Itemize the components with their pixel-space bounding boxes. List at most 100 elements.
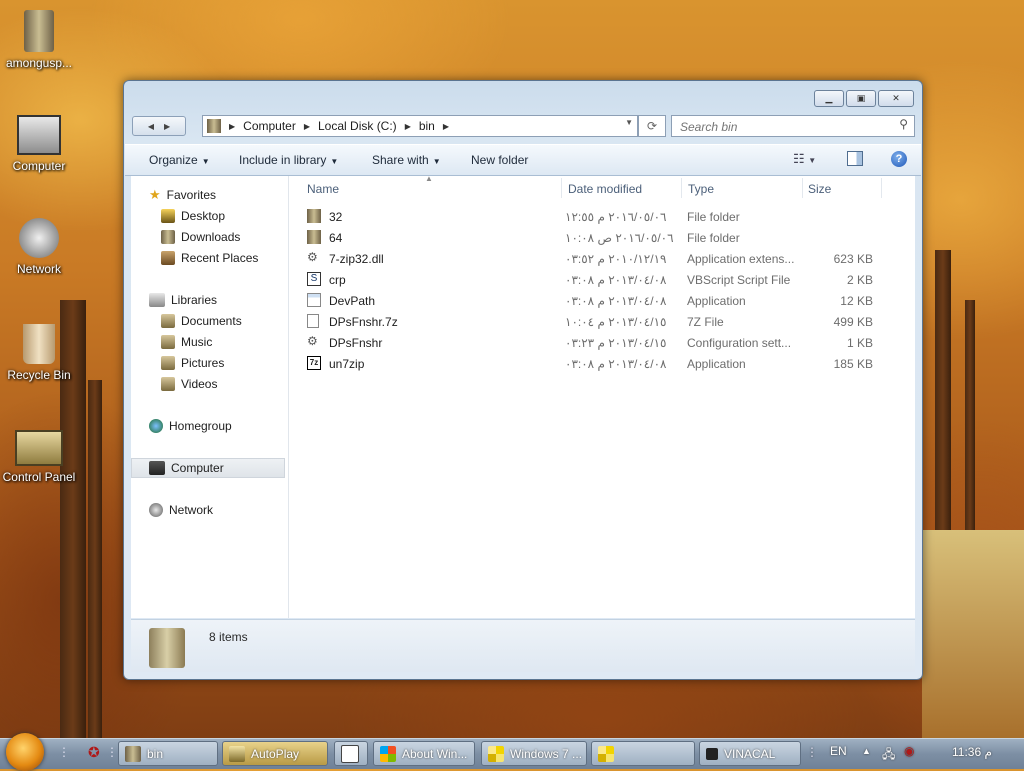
recent-places-icon	[161, 251, 175, 265]
tree-trunk	[935, 250, 951, 550]
back-forward-buttons[interactable]: ◀ ▶	[132, 116, 186, 136]
breadcrumb-local-disk[interactable]: Local Disk (C:)	[318, 119, 397, 133]
nav-desktop[interactable]: Desktop	[161, 206, 225, 226]
refresh-button[interactable]: ⟳	[638, 115, 666, 137]
archive-icon	[24, 10, 54, 52]
file-date: ٢٠١٣/٠٤/١٥ م ٠٣:٢٣	[565, 336, 667, 350]
folder-icon	[125, 745, 141, 762]
file-row[interactable]: 7z un7zip ٢٠١٣/٠٤/٠٨ م ٠٣:٠٨ Application…	[289, 353, 889, 374]
nav-network[interactable]: Network	[149, 500, 213, 520]
homegroup-icon	[149, 419, 163, 433]
column-header-type[interactable]: Type	[688, 182, 714, 196]
desktop-icon-archive[interactable]: amongusp...	[0, 10, 78, 70]
nav-computer[interactable]: Computer	[131, 458, 285, 478]
help-icon[interactable]: ?	[891, 151, 907, 167]
preview-pane-icon[interactable]	[847, 151, 863, 166]
column-divider[interactable]	[881, 178, 882, 198]
windows-logo-icon	[598, 745, 614, 762]
breadcrumb-arrow-icon[interactable]: ▶	[405, 122, 411, 131]
nav-documents[interactable]: Documents	[161, 311, 242, 331]
address-dropdown-icon[interactable]: ▼	[625, 118, 633, 127]
file-row[interactable]: ⚙ DPsFnshr ٢٠١٣/٠٤/١٥ م ٠٣:٢٣ Configurat…	[289, 332, 889, 353]
file-row[interactable]: ⚙ 7-zip32.dll ٢٠١٠/١٢/١٩ م ٠٣:٥٢ Applica…	[289, 248, 889, 269]
taskbar-button-vinacal[interactable]: VINACAL	[699, 741, 801, 766]
column-divider[interactable]	[681, 178, 682, 198]
file-row[interactable]: 64 ٢٠١٦/٠٥/٠٦ ص ١٠:٠٨ File folder	[289, 227, 889, 248]
nav-label: Downloads	[181, 230, 241, 244]
taskbar-button-about-windows[interactable]: About Win...	[373, 741, 475, 766]
windows-logo-icon	[380, 745, 396, 762]
desktop-icon-network[interactable]: Network	[0, 218, 78, 276]
column-divider[interactable]	[802, 178, 803, 198]
file-row[interactable]: S crp ٢٠١٣/٠٤/٠٨ م ٠٣:٠٨ VBScript Script…	[289, 269, 889, 290]
minimize-button[interactable]: ▁	[814, 90, 844, 107]
start-button[interactable]	[6, 733, 44, 771]
nav-homegroup[interactable]: Homegroup	[149, 416, 232, 436]
nav-label: Computer	[171, 461, 224, 475]
file-size: 12 KB	[840, 294, 873, 308]
column-header-size[interactable]: Size	[808, 182, 831, 196]
tree-trunk	[88, 380, 102, 738]
taskbar-grip[interactable]: ⋮	[806, 745, 818, 759]
clock[interactable]: 11:36 م	[952, 745, 992, 759]
taskbar-button-windows7[interactable]: Windows 7 ...	[481, 741, 587, 766]
address-bar[interactable]: ▶ Computer ▶ Local Disk (C:) ▶ bin ▶ ▼	[202, 115, 638, 137]
forward-arrow-icon[interactable]: ▶	[164, 122, 170, 131]
desktop-icon-label: Computer	[12, 159, 66, 173]
file-row[interactable]: DPsFnshr.7z ٢٠١٣/٠٤/١٥ م ١٠:٠٤ 7Z File 4…	[289, 311, 889, 332]
close-button[interactable]: ✕	[878, 90, 914, 107]
network-tray-icon[interactable]: 🖧	[882, 745, 895, 766]
taskbar-button-media[interactable]	[334, 741, 368, 766]
taskbar-button-autoplay[interactable]: AutoPlay	[222, 741, 328, 766]
taskbar-button-windows-app[interactable]	[591, 741, 695, 766]
file-row[interactable]: DevPath ٢٠١٣/٠٤/٠٨ م ٠٣:٠٨ Application 1…	[289, 290, 889, 311]
antivirus-tray-icon[interactable]: ◉	[904, 744, 914, 758]
desktop-icon	[161, 209, 175, 223]
column-header-name[interactable]: Name	[307, 182, 339, 196]
breadcrumb-arrow-icon[interactable]: ▶	[443, 122, 449, 131]
search-input[interactable]	[678, 119, 882, 135]
nav-music[interactable]: Music	[161, 332, 212, 352]
file-date: ٢٠١٣/٠٤/١٥ م ١٠:٠٤	[565, 315, 667, 329]
nav-downloads[interactable]: Downloads	[161, 227, 240, 247]
nav-label: Favorites	[166, 188, 217, 202]
nav-recent-places[interactable]: Recent Places	[161, 248, 258, 268]
chevron-down-icon: ▼	[330, 157, 339, 166]
include-in-library-menu[interactable]: Include in library ▼	[239, 153, 338, 167]
back-arrow-icon[interactable]: ◀	[148, 122, 154, 131]
file-type: 7Z File	[687, 315, 724, 329]
desktop-icon-computer[interactable]: Computer	[0, 115, 78, 173]
maximize-button[interactable]: ▣	[846, 90, 876, 107]
dll-gear-icon: ⚙	[307, 250, 318, 264]
file-date: ٢٠١٦/٠٥/٠٦ ص ١٠:٠٨	[565, 231, 674, 245]
taskbar-grip[interactable]: ⋮	[58, 745, 70, 759]
breadcrumb-computer[interactable]: Computer	[243, 119, 296, 133]
organize-menu[interactable]: Organize ▼	[149, 153, 210, 167]
breadcrumb-arrow-icon[interactable]: ▶	[304, 122, 310, 131]
view-options-icon[interactable]: ☷ ▼	[793, 151, 816, 167]
file-type: Application	[687, 294, 746, 308]
quick-launch-icon[interactable]: ✪	[88, 744, 100, 761]
nav-videos[interactable]: Videos	[161, 374, 217, 394]
nav-label: Desktop	[181, 209, 226, 223]
desktop-icon-recycle-bin[interactable]: Recycle Bin	[0, 324, 78, 382]
language-indicator[interactable]: EN	[830, 744, 847, 758]
taskbar-button-bin[interactable]: bin	[118, 741, 218, 766]
file-type: Application extens...	[687, 252, 795, 266]
file-row[interactable]: 32 ٢٠١٦/٠٥/٠٦ م ١٢:٥٥ File folder	[289, 206, 889, 227]
breadcrumb-arrow-icon[interactable]: ▶	[229, 122, 235, 131]
taskbar-grip[interactable]: ⋮	[106, 745, 118, 759]
organize-label: Organize	[149, 153, 198, 167]
search-icon[interactable]: ⚲	[899, 117, 908, 131]
nav-pictures[interactable]: Pictures	[161, 353, 224, 373]
nav-favorites[interactable]: ★ Favorites	[149, 185, 216, 205]
breadcrumb-bin[interactable]: bin	[419, 119, 435, 133]
new-folder-button[interactable]: New folder	[471, 153, 528, 167]
column-header-date-modified[interactable]: Date modified	[568, 182, 642, 196]
column-divider[interactable]	[561, 178, 562, 198]
show-hidden-icons[interactable]: ▲	[862, 746, 871, 756]
search-box[interactable]: ⚲	[671, 115, 915, 137]
desktop-icon-control-panel[interactable]: Control Panel	[0, 430, 78, 484]
nav-libraries[interactable]: Libraries	[149, 290, 217, 310]
share-with-menu[interactable]: Share with ▼	[372, 153, 441, 167]
